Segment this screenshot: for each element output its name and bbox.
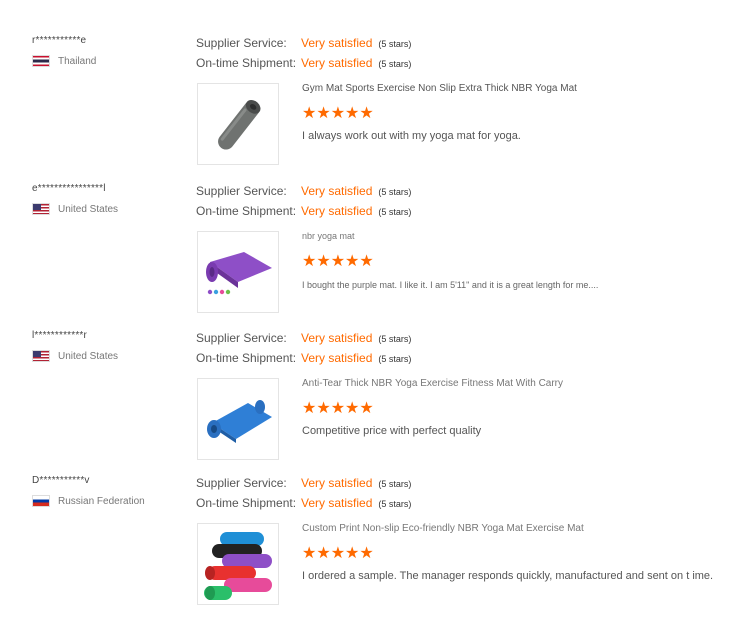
- country-label: Russian Federation: [58, 495, 145, 507]
- country-label: United States: [58, 203, 119, 215]
- supplier-service-rating: Supplier Service: Very satisfied (5 star…: [196, 184, 412, 198]
- product-title-link[interactable]: Gym Mat Sports Exercise Non Slip Extra T…: [302, 83, 722, 94]
- shipment-rating: On-time Shipment: Very satisfied (5 star…: [196, 56, 412, 70]
- product-rating-stars: ★★★★★: [302, 545, 374, 562]
- stacked-colorful-yoga-mats-image: [204, 532, 272, 600]
- reviewer-country: Russian Federation: [32, 495, 145, 507]
- russia-flag-icon: [32, 495, 50, 507]
- blue-yoga-mat-image: [207, 400, 272, 443]
- country-label: United States: [58, 350, 119, 362]
- product-rating-stars: ★★★★★: [302, 253, 374, 270]
- shipment-rating: On-time Shipment: Very satisfied (5 star…: [196, 204, 412, 218]
- country-label: Thailand: [58, 55, 97, 67]
- review-item: e****************l United States Supplie…: [0, 183, 750, 333]
- thailand-flag-icon: [32, 55, 50, 67]
- product-title-link[interactable]: nbr yoga mat: [302, 231, 722, 241]
- grey-rolled-yoga-mat-image: [218, 100, 261, 150]
- product-title-link[interactable]: Custom Print Non-slip Eco-friendly NBR Y…: [302, 523, 722, 534]
- review-item: r***********e Thailand Supplier Service:…: [0, 35, 750, 185]
- reviewer-country: United States: [32, 203, 118, 215]
- supplier-service-rating: Supplier Service: Very satisfied (5 star…: [196, 331, 412, 345]
- product-thumbnail[interactable]: [197, 523, 279, 605]
- reviewer-name: D***********v: [32, 475, 90, 486]
- shipment-rating: On-time Shipment: Very satisfied (5 star…: [196, 351, 412, 365]
- product-thumbnail[interactable]: [197, 378, 279, 460]
- review-comment: I ordered a sample. The manager responds…: [302, 570, 714, 582]
- united-states-flag-icon: [32, 350, 50, 362]
- product-rating-stars: ★★★★★: [302, 400, 374, 417]
- united-states-flag-icon: [32, 203, 50, 215]
- product-title-link[interactable]: Anti-Tear Thick NBR Yoga Exercise Fitnes…: [302, 378, 722, 389]
- reviewer-country: United States: [32, 350, 118, 362]
- reviewer-country: Thailand: [32, 55, 96, 67]
- review-comment: I bought the purple mat. I like it. I am…: [302, 280, 599, 290]
- reviewer-name: l************r: [32, 330, 88, 341]
- product-thumbnail[interactable]: [197, 231, 279, 313]
- reviewer-name: e****************l: [32, 183, 106, 194]
- supplier-service-rating: Supplier Service: Very satisfied (5 star…: [196, 476, 412, 490]
- review-comment: I always work out with my yoga mat for y…: [302, 130, 521, 142]
- shipment-rating: On-time Shipment: Very satisfied (5 star…: [196, 496, 412, 510]
- review-item: l************r United States Supplier Se…: [0, 330, 750, 480]
- product-thumbnail[interactable]: [197, 83, 279, 165]
- reviewer-name: r***********e: [32, 35, 87, 46]
- review-item: D***********v Russian Federation Supplie…: [0, 475, 750, 625]
- review-comment: Competitive price with perfect quality: [302, 425, 482, 437]
- purple-yoga-mat-image: [206, 252, 272, 295]
- product-rating-stars: ★★★★★: [302, 105, 374, 122]
- supplier-service-rating: Supplier Service: Very satisfied (5 star…: [196, 36, 412, 50]
